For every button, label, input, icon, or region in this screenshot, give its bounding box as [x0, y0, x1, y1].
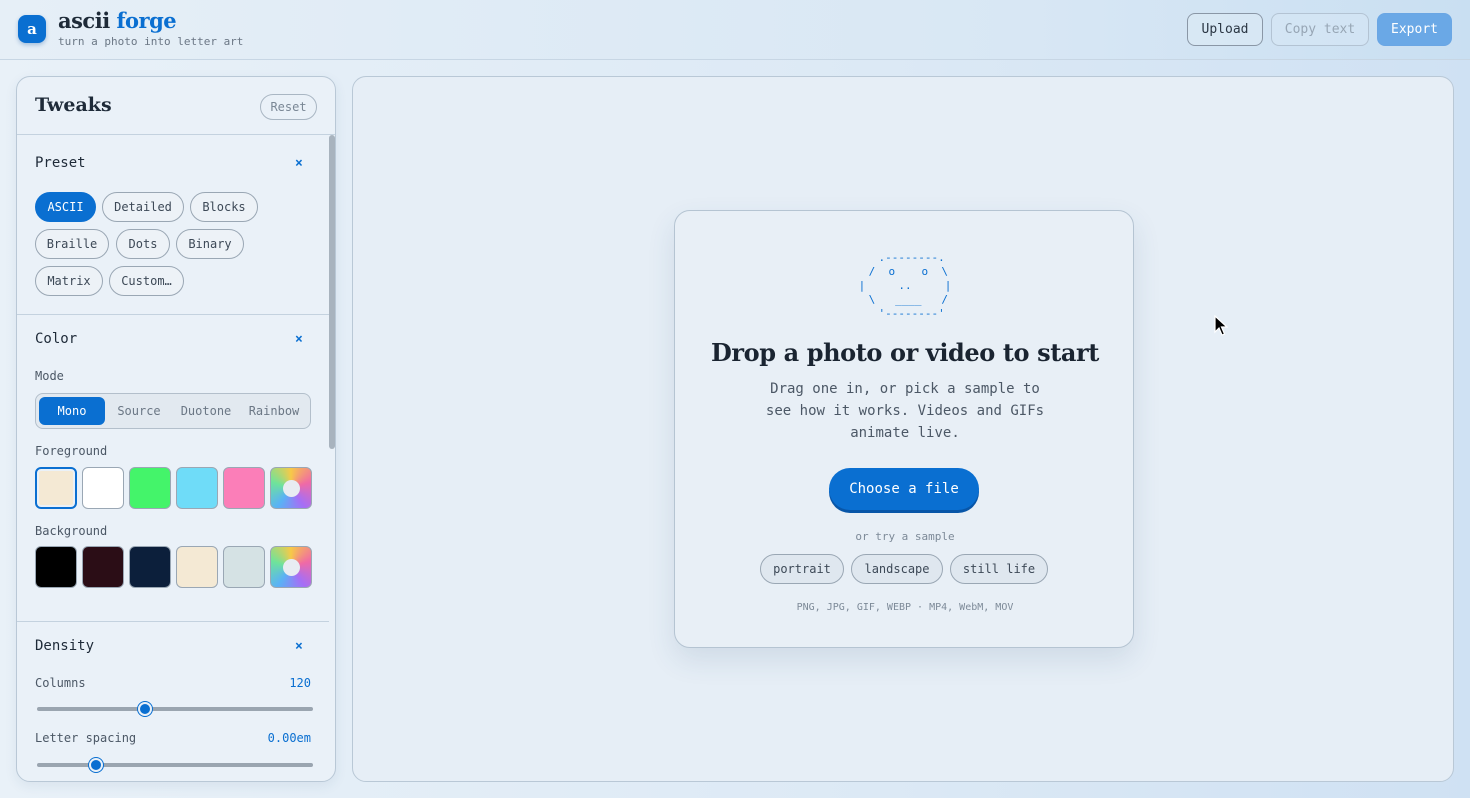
- mode-option-duotone[interactable]: Duotone: [173, 397, 239, 425]
- preset-chip-binary[interactable]: Binary: [176, 229, 244, 259]
- density-collapse-icon[interactable]: ×: [295, 639, 303, 654]
- mode-option-mono[interactable]: Mono: [39, 397, 105, 425]
- color-section-title: Color: [35, 331, 78, 347]
- foreground-label: Foreground: [35, 444, 108, 458]
- try-sample-label: or try a sample: [855, 530, 955, 543]
- sidebar-scrollbar[interactable]: [329, 135, 335, 449]
- mouse-cursor-icon: [1214, 315, 1228, 336]
- letter-spacing-slider-thumb[interactable]: [88, 758, 103, 772]
- preset-section-title: Preset: [35, 155, 86, 171]
- drop-title: Drop a photo or video to start: [710, 338, 1099, 367]
- density-section-title: Density: [35, 638, 95, 654]
- preset-collapse-icon[interactable]: ×: [295, 156, 303, 171]
- preset-chip-dots[interactable]: Dots: [116, 229, 170, 259]
- foreground-swatch-green[interactable]: [129, 467, 171, 509]
- export-button[interactable]: Export: [1377, 13, 1452, 46]
- foreground-swatch-cream[interactable]: [35, 467, 77, 509]
- color-picker-icon: [283, 480, 300, 497]
- sample-still-life-button[interactable]: still life: [950, 554, 1048, 584]
- app-title-part2: forge: [116, 8, 177, 33]
- drop-zone[interactable]: .--------. / o o \ | .. | \ ____ / '----…: [674, 210, 1134, 648]
- foreground-swatch-cyan[interactable]: [176, 467, 218, 509]
- foreground-swatch-white[interactable]: [82, 467, 124, 509]
- copy-text-button[interactable]: Copy text: [1271, 13, 1369, 46]
- preset-chip-blocks[interactable]: Blocks: [190, 192, 258, 222]
- color-collapse-icon[interactable]: ×: [295, 332, 303, 347]
- color-picker-icon: [283, 559, 300, 576]
- preset-chip-braille[interactable]: Braille: [35, 229, 109, 259]
- app-header: a ascii forge turn a photo into letter a…: [0, 0, 1470, 60]
- letter-spacing-label: Letter spacing: [35, 731, 137, 745]
- section-divider: [17, 314, 329, 315]
- sample-portrait-button[interactable]: portrait: [760, 554, 844, 584]
- background-swatch-black[interactable]: [35, 546, 77, 588]
- background-swatch-navy[interactable]: [129, 546, 171, 588]
- sample-landscape-button[interactable]: landscape: [851, 554, 943, 584]
- preset-chip-matrix[interactable]: Matrix: [35, 266, 103, 296]
- background-swatch-gray[interactable]: [223, 546, 265, 588]
- preset-chip-custom[interactable]: Custom…: [109, 266, 184, 296]
- tweaks-header: Tweaks Reset: [17, 77, 335, 135]
- ascii-face-illustration: .--------. / o o \ | .. | \ ____ / '----…: [858, 251, 952, 320]
- choose-file-button[interactable]: Choose a file: [829, 468, 979, 510]
- letter-spacing-value: 0.00em: [267, 731, 311, 745]
- letter-spacing-slider[interactable]: [37, 758, 313, 772]
- color-mode-selector: Mono Source Duotone Rainbow: [35, 393, 311, 429]
- mode-label: Mode: [35, 369, 64, 383]
- upload-button[interactable]: Upload: [1187, 13, 1263, 46]
- background-swatch-maroon[interactable]: [82, 546, 124, 588]
- app-title: ascii forge: [58, 8, 177, 33]
- tweaks-title: Tweaks: [35, 94, 112, 116]
- section-divider: [17, 621, 329, 622]
- canvas-area[interactable]: .--------. / o o \ | .. | \ ____ / '----…: [352, 76, 1454, 782]
- background-custom-color-picker[interactable]: [270, 546, 312, 588]
- mode-option-rainbow[interactable]: Rainbow: [240, 397, 308, 425]
- background-swatch-cream[interactable]: [176, 546, 218, 588]
- supported-formats: PNG, JPG, GIF, WEBP · MP4, WebM, MOV: [796, 602, 1014, 613]
- foreground-swatch-pink[interactable]: [223, 467, 265, 509]
- reset-button[interactable]: Reset: [260, 94, 317, 120]
- app-tagline: turn a photo into letter art: [58, 35, 244, 48]
- preset-chip-ascii[interactable]: ASCII: [35, 192, 96, 222]
- columns-label: Columns: [35, 676, 86, 690]
- mode-option-source[interactable]: Source: [106, 397, 172, 425]
- foreground-custom-color-picker[interactable]: [270, 467, 312, 509]
- logo-badge: a: [18, 15, 46, 43]
- preset-chip-detailed[interactable]: Detailed: [102, 192, 184, 222]
- tweaks-panel: Tweaks Reset Preset × ASCII Detailed Blo…: [16, 76, 336, 782]
- app-title-part1: ascii: [58, 8, 110, 33]
- columns-value: 120: [289, 676, 311, 690]
- columns-slider[interactable]: [37, 702, 313, 716]
- drop-subtitle: Drag one in, or pick a sample to see how…: [765, 381, 1045, 441]
- background-label: Background: [35, 524, 108, 538]
- columns-slider-thumb[interactable]: [138, 702, 153, 716]
